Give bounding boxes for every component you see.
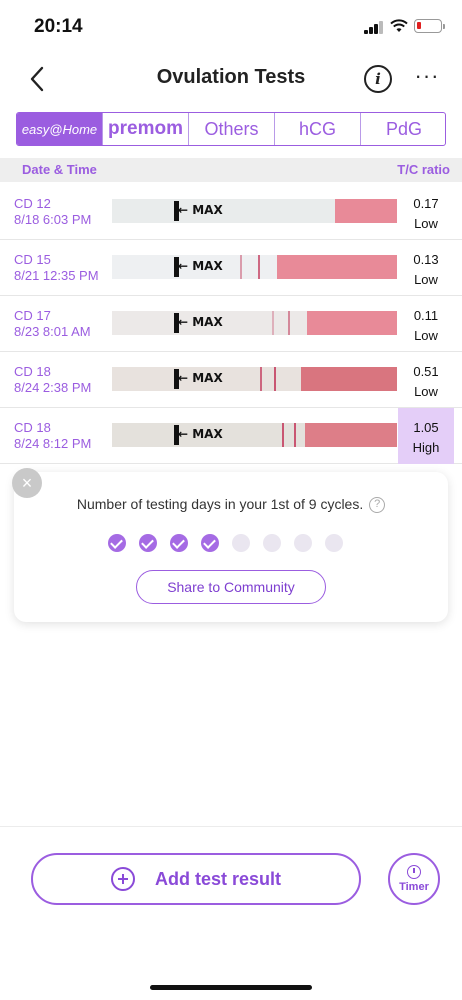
testing-days-popup: Number of testing days in your 1st of 9 …	[14, 472, 448, 622]
column-date-time: Date & Time	[22, 162, 97, 177]
divider	[0, 826, 462, 827]
cellular-signal-icon	[364, 21, 384, 34]
day-empty-dot	[325, 534, 343, 552]
ratio-cell: 0.17 Low	[398, 184, 454, 240]
test-strip-image: ← MAX	[112, 361, 397, 397]
tab-pdg[interactable]: PdG	[361, 113, 445, 145]
wifi-icon	[390, 19, 408, 32]
day-check-icon	[201, 534, 219, 552]
table-row[interactable]: CD 15 8/21 12:35 PM ← MAX 0.13 Low	[0, 240, 462, 296]
table-row[interactable]: CD 18 8/24 2:38 PM ← MAX 0.51 Low	[0, 352, 462, 408]
cycle-day: CD 12	[14, 196, 51, 211]
nav-header: Ovulation Tests i ···	[0, 56, 462, 102]
table-row[interactable]: CD 18 8/24 8:12 PM ← MAX 1.05 High	[0, 408, 462, 464]
ratio-value: 1.05	[413, 420, 439, 435]
ratio-level: High	[412, 440, 440, 455]
ratio-cell: 0.51 Low	[398, 352, 454, 408]
cycle-day: CD 18	[14, 420, 51, 435]
tab-premom[interactable]: premom	[103, 113, 189, 145]
brand-tabs: easy@Home premom Others hCG PdG	[16, 112, 446, 146]
share-to-community-button[interactable]: Share to Community	[136, 570, 326, 604]
tab-easy-home[interactable]: easy@Home	[17, 113, 103, 145]
day-empty-dot	[263, 534, 281, 552]
home-indicator	[150, 985, 312, 990]
timer-button[interactable]: Timer	[388, 853, 440, 905]
ratio-cell: 0.11 Low	[398, 296, 454, 352]
strip-max-label: ← MAX	[178, 259, 223, 273]
test-strip-image: ← MAX	[112, 249, 397, 285]
tab-others[interactable]: Others	[189, 113, 275, 145]
testing-days-progress	[108, 534, 343, 552]
ratio-value: 0.51	[413, 364, 439, 379]
close-icon[interactable]: ×	[12, 468, 42, 498]
test-datetime: 8/24 2:38 PM	[14, 380, 92, 395]
ratio-level: Low	[414, 216, 438, 231]
timer-icon	[407, 865, 421, 879]
page-title: Ovulation Tests	[156, 66, 306, 88]
ratio-level: Low	[414, 328, 438, 343]
status-time: 20:14	[34, 16, 83, 37]
add-test-result-button[interactable]: Add test result	[31, 853, 361, 905]
ratio-value: 0.13	[413, 252, 439, 267]
ratio-cell: 1.05 High	[398, 408, 454, 464]
ratio-value: 0.17	[413, 196, 439, 211]
help-icon[interactable]: ?	[369, 497, 386, 514]
ratio-value: 0.11	[413, 308, 439, 323]
strip-max-label: ← MAX	[178, 203, 223, 217]
day-check-icon	[139, 534, 157, 552]
battery-icon	[414, 19, 445, 33]
test-datetime: 8/24 8:12 PM	[14, 436, 92, 451]
test-strip-image: ← MAX	[112, 417, 397, 453]
popup-message-text: Number of testing days in your 1st of 9 …	[76, 496, 364, 512]
day-empty-dot	[294, 534, 312, 552]
strip-max-label: ← MAX	[178, 371, 223, 385]
table-row[interactable]: CD 12 8/18 6:03 PM ← MAX 0.17 Low	[0, 184, 462, 240]
more-options-icon[interactable]: ···	[414, 64, 440, 94]
strip-max-label: ← MAX	[178, 315, 223, 329]
status-bar: 20:14	[0, 0, 462, 54]
add-test-result-label: Add test result	[154, 868, 282, 889]
table-row[interactable]: CD 17 8/23 8:01 AM ← MAX 0.11 Low	[0, 296, 462, 352]
cycle-day: CD 18	[14, 364, 51, 379]
info-icon[interactable]: i	[364, 65, 392, 93]
ratio-level: Low	[414, 272, 438, 287]
ratio-cell: 0.13 Low	[398, 240, 454, 296]
day-empty-dot	[232, 534, 250, 552]
test-strip-image: ← MAX	[112, 193, 397, 229]
tab-hcg[interactable]: hCG	[275, 113, 361, 145]
strip-max-label: ← MAX	[178, 427, 223, 441]
column-tc-ratio: T/C ratio	[397, 162, 450, 177]
test-strip-image: ← MAX	[112, 305, 397, 341]
cycle-day: CD 17	[14, 308, 51, 323]
test-datetime: 8/23 8:01 AM	[14, 324, 91, 339]
test-datetime: 8/18 6:03 PM	[14, 212, 92, 227]
plus-circle-icon	[110, 867, 135, 891]
cycle-day: CD 15	[14, 252, 51, 267]
popup-message: Number of testing days in your 1st of 9 …	[14, 496, 448, 514]
test-datetime: 8/21 12:35 PM	[14, 268, 99, 283]
ratio-level: Low	[414, 384, 438, 399]
timer-label: Timer	[399, 881, 429, 893]
day-check-icon	[108, 534, 126, 552]
table-header: Date & Time T/C ratio	[0, 158, 462, 182]
day-check-icon	[170, 534, 188, 552]
